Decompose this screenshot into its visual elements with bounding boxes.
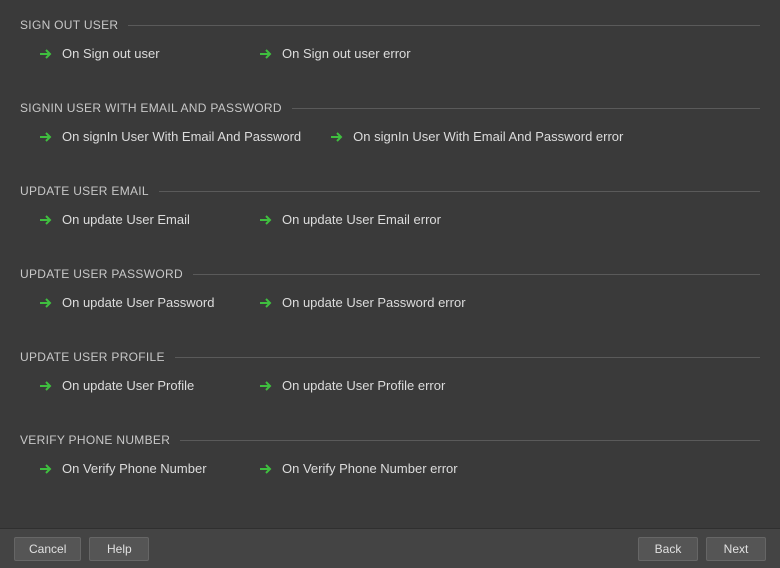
event-item-label: On Sign out user error bbox=[282, 46, 411, 61]
arrow-right-icon bbox=[40, 381, 52, 391]
event-section: UPDATE USER EMAILOn update User EmailOn … bbox=[20, 166, 760, 249]
event-item[interactable]: On Sign out user bbox=[40, 46, 230, 61]
arrow-right-icon bbox=[40, 298, 52, 308]
footer-bar: Cancel Help Back Next bbox=[0, 528, 780, 568]
section-title: SIGNIN USER WITH EMAIL AND PASSWORD bbox=[20, 101, 282, 115]
event-item[interactable]: On signIn User With Email And Password e… bbox=[331, 129, 623, 144]
section-title: UPDATE USER PROFILE bbox=[20, 350, 165, 364]
section-divider bbox=[175, 357, 760, 358]
section-header: UPDATE USER PROFILE bbox=[20, 350, 760, 364]
event-item[interactable]: On update User Password bbox=[40, 295, 230, 310]
event-item-label: On Verify Phone Number bbox=[62, 461, 207, 476]
arrow-right-icon bbox=[40, 464, 52, 474]
section-divider bbox=[128, 25, 760, 26]
event-item-label: On update User Profile error bbox=[282, 378, 445, 393]
event-item[interactable]: On update User Email bbox=[40, 212, 230, 227]
event-item-label: On update User Password bbox=[62, 295, 214, 310]
section-header: UPDATE USER PASSWORD bbox=[20, 267, 760, 281]
items-row: On update User Profile On update User Pro… bbox=[20, 378, 760, 415]
section-divider bbox=[180, 440, 760, 441]
event-item-label: On signIn User With Email And Password e… bbox=[353, 129, 623, 144]
arrow-right-icon bbox=[260, 464, 272, 474]
next-button[interactable]: Next bbox=[706, 537, 766, 561]
event-item[interactable]: On signIn User With Email And Password bbox=[40, 129, 301, 144]
event-section: UPDATE USER PROFILE On update User Profil… bbox=[20, 332, 760, 415]
arrow-right-icon bbox=[40, 49, 52, 59]
back-button[interactable]: Back bbox=[638, 537, 698, 561]
section-header: UPDATE USER EMAIL bbox=[20, 184, 760, 198]
event-item[interactable]: On Sign out user error bbox=[260, 46, 450, 61]
section-title: VERIFY PHONE NUMBER bbox=[20, 433, 170, 447]
event-item[interactable]: On update User Email error bbox=[260, 212, 450, 227]
event-item-label: On Sign out user bbox=[62, 46, 160, 61]
content-area: SIGN OUT USEROn Sign out userOn Sign out… bbox=[0, 0, 780, 528]
event-item[interactable]: On update User Profile error bbox=[260, 378, 450, 393]
section-divider bbox=[159, 191, 760, 192]
items-row: On signIn User With Email And Password On… bbox=[20, 129, 760, 166]
event-section: SIGNIN USER WITH EMAIL AND PASSWORD On si… bbox=[20, 83, 760, 166]
items-row: On Verify Phone Number On Verify Phone Nu… bbox=[20, 461, 760, 498]
items-row: On update User Email On update User Email… bbox=[20, 212, 760, 249]
arrow-right-icon bbox=[40, 215, 52, 225]
arrow-right-icon bbox=[331, 132, 343, 142]
event-item-label: On update User Email error bbox=[282, 212, 441, 227]
help-button[interactable]: Help bbox=[89, 537, 149, 561]
event-section: SIGN OUT USEROn Sign out userOn Sign out… bbox=[20, 0, 760, 83]
arrow-right-icon bbox=[260, 49, 272, 59]
arrow-right-icon bbox=[260, 215, 272, 225]
event-item[interactable]: On Verify Phone Number bbox=[40, 461, 230, 476]
event-item-label: On update User Profile bbox=[62, 378, 194, 393]
section-title: UPDATE USER EMAIL bbox=[20, 184, 149, 198]
event-item[interactable]: On Verify Phone Number error bbox=[260, 461, 458, 476]
event-section: UPDATE USER PASSWORD On update User Passw… bbox=[20, 249, 760, 332]
section-divider bbox=[292, 108, 760, 109]
arrow-right-icon bbox=[260, 298, 272, 308]
event-item[interactable]: On update User Password error bbox=[260, 295, 466, 310]
event-item-label: On signIn User With Email And Password bbox=[62, 129, 301, 144]
items-row: On Sign out user On Sign out user error bbox=[20, 46, 760, 83]
section-divider bbox=[193, 274, 760, 275]
event-item-label: On update User Email bbox=[62, 212, 190, 227]
section-header: VERIFY PHONE NUMBER bbox=[20, 433, 760, 447]
items-row: On update User Password On update User Pa… bbox=[20, 295, 760, 332]
event-item-label: On Verify Phone Number error bbox=[282, 461, 458, 476]
cancel-button[interactable]: Cancel bbox=[14, 537, 81, 561]
event-section: VERIFY PHONE NUMBER On Verify Phone Numbe… bbox=[20, 415, 760, 498]
section-header: SIGN OUT USER bbox=[20, 18, 760, 32]
event-item-label: On update User Password error bbox=[282, 295, 466, 310]
event-item[interactable]: On update User Profile bbox=[40, 378, 230, 393]
section-title: UPDATE USER PASSWORD bbox=[20, 267, 183, 281]
arrow-right-icon bbox=[260, 381, 272, 391]
arrow-right-icon bbox=[40, 132, 52, 142]
section-title: SIGN OUT USER bbox=[20, 18, 118, 32]
section-header: SIGNIN USER WITH EMAIL AND PASSWORD bbox=[20, 101, 760, 115]
